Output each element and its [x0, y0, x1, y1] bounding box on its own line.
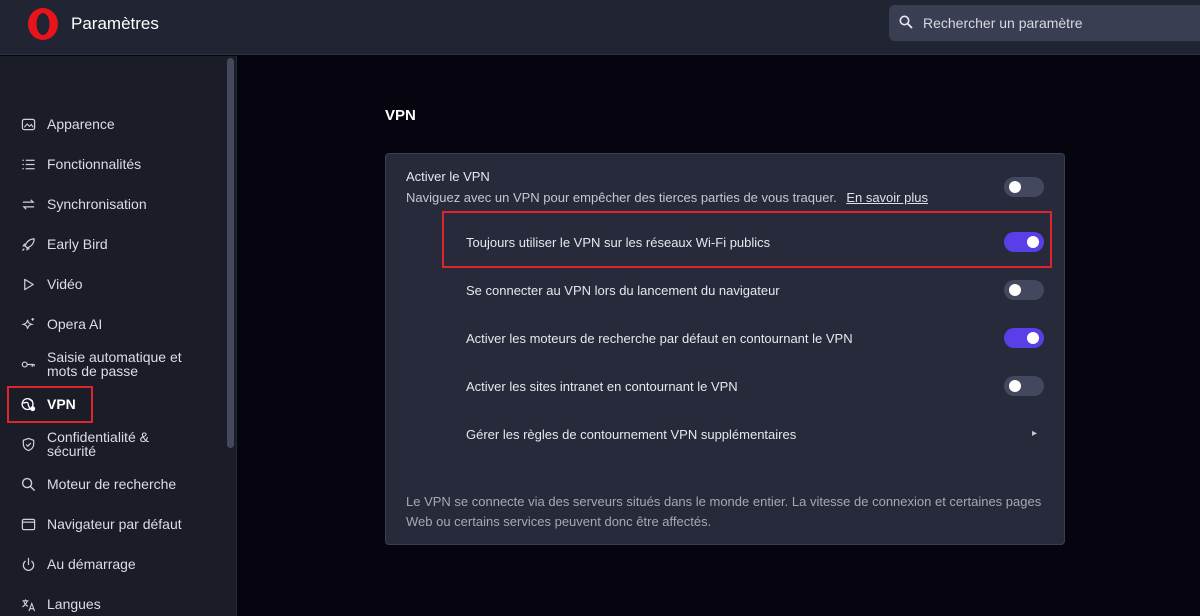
search-input[interactable] [923, 5, 1193, 41]
sidebar-item-autofill[interactable]: Saisie automatique et mots de passe [0, 343, 226, 385]
opera-logo-icon [28, 8, 58, 40]
image-icon [20, 116, 37, 133]
sidebar-item-default-browser[interactable]: Navigateur par défaut [0, 504, 226, 544]
enable-vpn-description: Naviguez avec un VPN pour empêcher des t… [406, 190, 928, 205]
sidebar-item-label: Opera AI [47, 316, 103, 332]
sidebar-item-languages[interactable]: Langues [0, 584, 226, 616]
sidebar-item-startup[interactable]: Au démarrage [0, 544, 226, 584]
bypass-intranet-toggle[interactable] [1004, 376, 1044, 396]
bypass-search-engines-label: Activer les moteurs de recherche par déf… [466, 331, 853, 346]
manage-bypass-rules-link[interactable]: Gérer les règles de contournement VPN su… [466, 427, 796, 442]
toggle-knob [1009, 380, 1021, 392]
bypass-intranet-label: Activer les sites intranet en contournan… [466, 379, 738, 394]
sidebar-item-search-engine[interactable]: Moteur de recherche [0, 464, 226, 504]
rocket-icon [20, 236, 37, 253]
sidebar-item-sync[interactable]: Synchronisation [0, 184, 226, 224]
bypass-search-engines-toggle[interactable] [1004, 328, 1044, 348]
sidebar-item-features[interactable]: Fonctionnalités [0, 144, 226, 184]
power-icon [20, 556, 37, 573]
enable-vpn-description-text: Naviguez avec un VPN pour empêcher des t… [406, 190, 837, 205]
sidebar-scrollbar[interactable] [227, 58, 234, 448]
vpn-footer-note: Le VPN se connecte via des serveurs situ… [406, 494, 1042, 529]
learn-more-link[interactable]: En savoir plus [846, 190, 928, 205]
page-title: Paramètres [71, 14, 159, 33]
shield-icon [20, 436, 37, 453]
wifi-highlight-box [442, 211, 1052, 268]
sidebar-item-early-bird[interactable]: Early Bird [0, 224, 226, 264]
sidebar-item-label: Fonctionnalités [47, 156, 142, 172]
sidebar-item-label: Confidentialité & [47, 429, 149, 445]
search-icon [20, 476, 37, 493]
sidebar-item-video[interactable]: Vidéo [0, 264, 226, 304]
sidebar-item-label: sécurité [47, 443, 97, 459]
vpn-on-startup-label: Se connecter au VPN lors du lancement du… [466, 283, 780, 298]
section-title: VPN [385, 107, 416, 124]
sidebar-item-label: Langues [47, 596, 101, 612]
search-icon [899, 15, 913, 29]
top-bar: Paramètres [0, 0, 1200, 55]
sidebar-item-label: Au démarrage [47, 556, 136, 572]
toggle-knob [1027, 332, 1039, 344]
sidebar-item-appearance[interactable]: Apparence [0, 104, 226, 144]
sidebar-item-label: Early Bird [47, 236, 108, 252]
list-icon [20, 156, 37, 173]
toggle-knob [1009, 284, 1021, 296]
sidebar-item-label: Synchronisation [47, 196, 147, 212]
sidebar-item-label: Vidéo [47, 276, 83, 292]
search-box[interactable] [889, 5, 1200, 41]
sidebar-item-label: mots de passe [47, 363, 139, 379]
key-icon [20, 356, 37, 373]
sidebar-item-label: Moteur de recherche [47, 476, 177, 492]
language-icon [20, 596, 37, 613]
sidebar-item-label: Saisie automatique et [47, 349, 182, 365]
sidebar-item-opera-ai[interactable]: Opera AI [0, 304, 226, 344]
vpn-on-startup-toggle[interactable] [1004, 280, 1044, 300]
sidebar-item-label: Apparence [47, 116, 115, 132]
sync-icon [20, 196, 37, 213]
sparkle-icon [20, 316, 37, 333]
sidebar-item-label: Navigateur par défaut [47, 516, 182, 532]
browser-window-icon [20, 516, 37, 533]
enable-vpn-toggle[interactable] [1004, 177, 1044, 197]
chevron-right-icon[interactable]: ▸ [1032, 428, 1037, 439]
sidebar-item-privacy[interactable]: Confidentialité & sécurité [0, 423, 226, 465]
vpn-highlight-box [7, 386, 93, 423]
enable-vpn-title: Activer le VPN [406, 169, 490, 184]
play-icon [20, 276, 37, 293]
toggle-knob [1009, 181, 1021, 193]
